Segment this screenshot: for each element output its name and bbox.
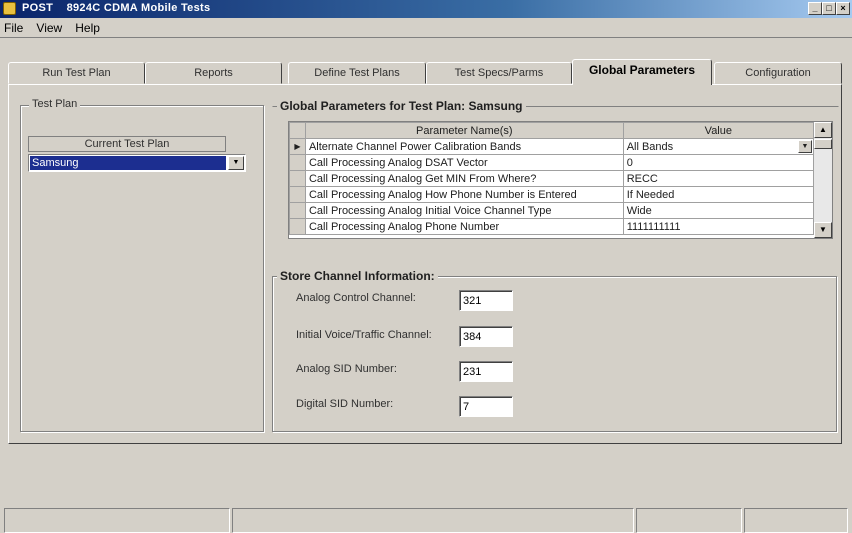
store-channel-title: Store Channel Information:: [277, 269, 438, 283]
param-name[interactable]: Call Processing Analog Initial Voice Cha…: [304, 202, 624, 219]
table-row[interactable]: Call Processing Analog Phone Number 1111…: [289, 218, 815, 235]
row-header[interactable]: [289, 154, 306, 171]
param-name[interactable]: Alternate Channel Power Calibration Band…: [304, 138, 624, 155]
table-row[interactable]: Call Processing Analog DSAT Vector 0: [289, 154, 815, 171]
param-value[interactable]: 1111111111: [622, 218, 815, 235]
tab-configuration[interactable]: Configuration: [714, 62, 842, 84]
table-row[interactable]: Call Processing Analog Get MIN From Wher…: [289, 170, 815, 187]
param-value[interactable]: 0: [622, 154, 815, 171]
grid-scrollbar[interactable]: ▲ ▼: [814, 122, 832, 238]
table-row[interactable]: ▶ Alternate Channel Power Calibration Ba…: [289, 138, 815, 155]
param-name[interactable]: Call Processing Analog Phone Number: [304, 218, 624, 235]
status-panel-3: [636, 508, 742, 533]
current-row-indicator-icon: ▶: [289, 138, 306, 155]
initial-voice-traffic-channel-label: Initial Voice/Traffic Channel:: [296, 329, 432, 341]
status-panel-2: [232, 508, 634, 533]
menu-bar: File View Help: [0, 18, 852, 38]
param-name[interactable]: Call Processing Analog How Phone Number …: [304, 186, 624, 203]
app-icon[interactable]: [3, 2, 16, 15]
tab-run-test-plan[interactable]: Run Test Plan: [8, 62, 145, 84]
analog-sid-number-label: Analog SID Number:: [296, 363, 397, 375]
table-row[interactable]: Call Processing Analog Initial Voice Cha…: [289, 202, 815, 219]
current-test-plan-dropdown[interactable]: Samsung ▼: [28, 154, 246, 172]
param-value[interactable]: Wide: [622, 202, 815, 219]
param-name[interactable]: Call Processing Analog Get MIN From Wher…: [304, 170, 624, 187]
column-header-value[interactable]: Value: [622, 122, 815, 139]
row-header[interactable]: [289, 186, 306, 203]
title-bar: POST 8924C CDMA Mobile Tests _ □ ×: [0, 0, 852, 18]
tab-define-test-plans[interactable]: Define Test Plans: [288, 62, 426, 84]
current-test-plan-value: Samsung: [30, 156, 226, 170]
chevron-down-icon[interactable]: ▼: [228, 156, 244, 170]
grid-corner: [289, 122, 306, 139]
param-value[interactable]: RECC: [622, 170, 815, 187]
analog-control-channel-input[interactable]: 321: [459, 290, 513, 311]
analog-sid-number-input[interactable]: 231: [459, 361, 513, 382]
digital-sid-number-label: Digital SID Number:: [296, 398, 394, 410]
initial-voice-traffic-channel-input[interactable]: 384: [459, 326, 513, 347]
global-params-title: Global Parameters for Test Plan: Samsung: [277, 99, 526, 113]
menu-help[interactable]: Help: [71, 18, 106, 35]
param-value: All Bands: [626, 140, 674, 153]
parameters-grid[interactable]: Parameter Name(s) Value ▶ Alternate Chan…: [288, 121, 833, 239]
column-header-parameter[interactable]: Parameter Name(s): [304, 122, 624, 139]
scroll-thumb[interactable]: [814, 139, 832, 149]
row-header[interactable]: [289, 218, 306, 235]
scroll-up-icon[interactable]: ▲: [814, 122, 832, 138]
row-header[interactable]: [289, 170, 306, 187]
window-title: POST 8924C CDMA Mobile Tests: [22, 2, 211, 14]
digital-sid-number-input[interactable]: 7: [459, 396, 513, 417]
table-row[interactable]: Call Processing Analog How Phone Number …: [289, 186, 815, 203]
tab-reports[interactable]: Reports: [145, 62, 282, 84]
menu-view[interactable]: View: [32, 18, 68, 35]
menu-file[interactable]: File: [0, 18, 29, 35]
analog-control-channel-label: Analog Control Channel:: [296, 292, 416, 304]
current-test-plan-label: Current Test Plan: [28, 136, 226, 152]
tab-strip: Run Test Plan Reports Define Test Plans …: [8, 59, 842, 85]
tab-test-specs-parms[interactable]: Test Specs/Parms: [426, 62, 572, 84]
maximize-button[interactable]: □: [822, 2, 836, 15]
minimize-button[interactable]: _: [808, 2, 822, 15]
chevron-down-icon[interactable]: ▼: [798, 140, 812, 153]
param-value[interactable]: If Needed: [622, 186, 815, 203]
row-header[interactable]: [289, 202, 306, 219]
param-value-dropdown[interactable]: All Bands ▼: [622, 138, 815, 155]
status-panel-4: [744, 508, 848, 533]
param-name[interactable]: Call Processing Analog DSAT Vector: [304, 154, 624, 171]
test-plan-group-title: Test Plan: [29, 98, 81, 110]
close-button[interactable]: ×: [836, 2, 850, 15]
scroll-down-icon[interactable]: ▼: [814, 222, 832, 238]
tab-global-parameters[interactable]: Global Parameters: [572, 59, 712, 85]
status-panel-1: [4, 508, 230, 533]
